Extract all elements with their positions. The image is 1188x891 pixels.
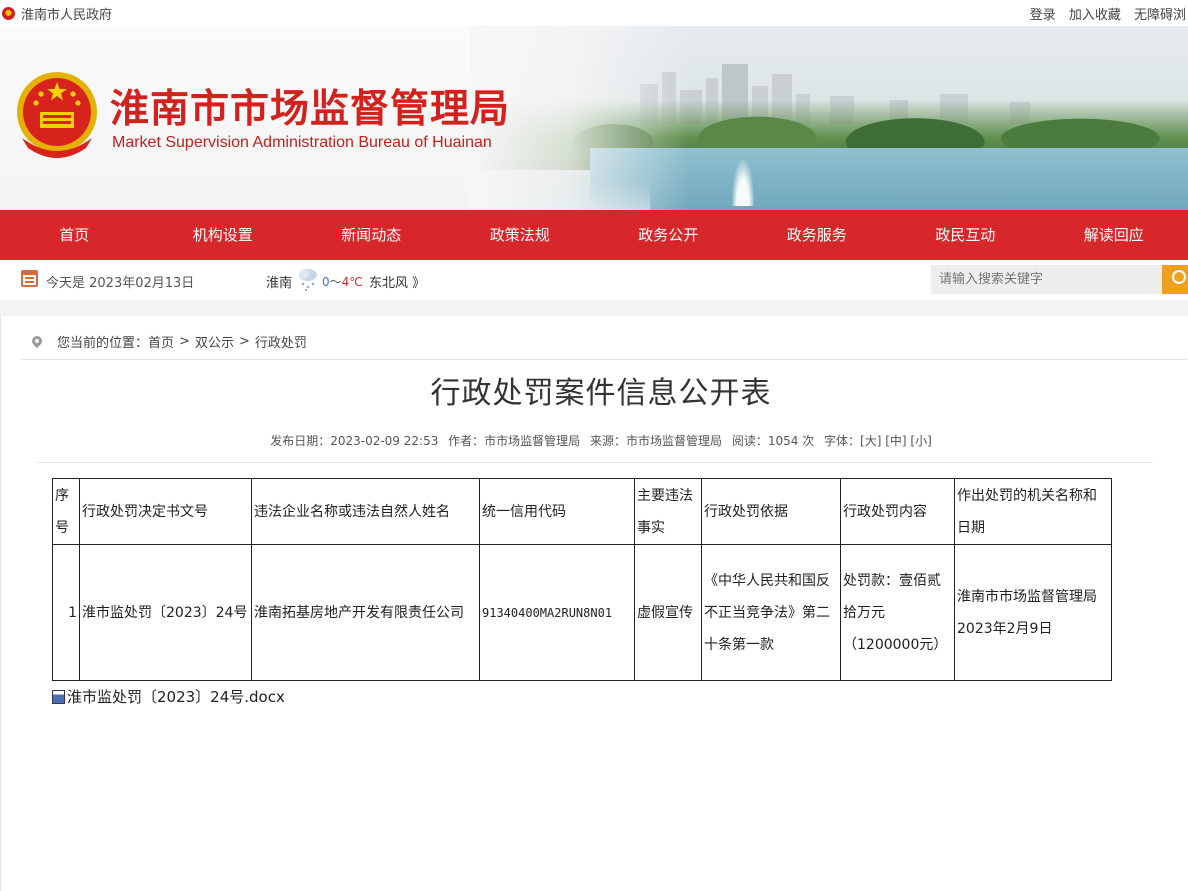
gov-name: 淮南市人民政府: [21, 8, 113, 23]
site-subtitle: Market Supervision Administration Bureau…: [112, 134, 492, 151]
nav-policy[interactable]: 政策法规: [446, 210, 595, 260]
header-cell: 作出处罚的机关名称和日期: [954, 478, 1112, 545]
gov-link[interactable]: 淮南市人民政府: [2, 4, 112, 23]
nav-news[interactable]: 新闻动态: [297, 210, 446, 260]
separator-strip: [0, 300, 1188, 316]
search-input[interactable]: [931, 265, 1162, 294]
today-date: 今天是 2023年02月13日: [46, 276, 195, 291]
attachment-link[interactable]: 淮市监处罚〔2023〕24号.docx: [52, 686, 285, 707]
city-lake-photo: [470, 26, 1188, 210]
nav-interpretation[interactable]: 解读回应: [1040, 210, 1188, 260]
accessibility-link[interactable]: 无障碍浏: [1134, 8, 1186, 23]
divider: [37, 462, 1153, 463]
penalty-table: 序号 行政处罚决定书文号 违法企业名称或违法自然人姓名 统一信用代码 主要违法事…: [52, 478, 1112, 681]
weather-city: 淮南: [266, 276, 293, 291]
national-emblem-icon: [2, 7, 15, 20]
national-emblem-logo: [17, 72, 97, 158]
wind-direction[interactable]: 东北风 》: [369, 272, 425, 291]
header-cell: 主要违法事实: [634, 478, 702, 545]
cell-decision-number: 淮市监处罚〔2023〕24号: [79, 544, 252, 681]
breadcrumb-sep: >: [238, 334, 250, 349]
nav-gov-services[interactable]: 政务服务: [743, 210, 892, 260]
nav-organization[interactable]: 机构设置: [149, 210, 298, 260]
font-size-control[interactable]: 字体：[大] [中] [小]: [824, 434, 932, 448]
main-nav: 首页 机构设置 新闻动态 政策法规 政务公开 政务服务 政民互动 解读回应: [0, 210, 1188, 260]
cell-company-name: 淮南拓基房地产开发有限责任公司: [251, 544, 480, 681]
info-bar: 今天是 2023年02月13日 淮南 0～4℃ 东北风 》: [0, 260, 1188, 300]
cell-legal-basis: 《中华人民共和国反不正当竞争法》第二十条第一款: [701, 544, 841, 681]
login-link[interactable]: 登录: [1030, 8, 1056, 23]
header-cell: 行政处罚决定书文号: [79, 478, 252, 545]
breadcrumb: 您当前的位置： 首页 > 双公示 > 行政处罚: [31, 332, 307, 351]
search-icon: [1172, 270, 1186, 284]
location-pin-icon: [31, 336, 43, 348]
source: 来源：市市场监督管理局: [590, 434, 723, 448]
temp-sep: ～: [329, 275, 342, 289]
snow-weather-icon: [299, 269, 317, 292]
article-title: 行政处罚案件信息公开表: [430, 376, 772, 411]
attachment-name: 淮市监处罚〔2023〕24号.docx: [67, 688, 285, 706]
header-cell: 行政处罚依据: [701, 478, 841, 545]
header-cell: 序号: [52, 478, 80, 545]
breadcrumb-penalty[interactable]: 行政处罚: [255, 332, 307, 351]
nav-gov-affairs-open[interactable]: 政务公开: [594, 210, 743, 260]
temp-high: 4℃: [341, 275, 363, 289]
top-utility-bar: 淮南市人民政府 登录 加入收藏 无障碍浏: [0, 0, 1188, 26]
calendar-icon: [21, 270, 38, 287]
fountain: [732, 160, 754, 206]
cell-index: 1: [52, 544, 80, 681]
temperature: 0～4℃: [322, 273, 363, 290]
read-count: 阅读：1054 次: [731, 434, 815, 448]
cell-violation: 虚假宣传: [634, 544, 702, 681]
word-doc-icon: [52, 689, 65, 704]
cell-authority-date: 淮南市市场监督管理局2023年2月9日: [954, 544, 1112, 681]
cell-penalty-content: 处罚款：壹佰贰拾万元（1200000元）: [840, 544, 955, 681]
nav-home[interactable]: 首页: [0, 210, 149, 260]
nav-interaction[interactable]: 政民互动: [891, 210, 1040, 260]
header-cell: 行政处罚内容: [840, 478, 955, 545]
breadcrumb-sep: >: [179, 334, 190, 349]
search-button[interactable]: [1162, 265, 1188, 294]
header-cell: 统一信用代码: [479, 478, 635, 545]
site-title: 淮南市市场监督管理局: [110, 87, 511, 132]
content-frame: 您当前的位置： 首页 > 双公示 > 行政处罚 行政处罚案件信息公开表 发布日期…: [0, 316, 1188, 891]
header-cell: 违法企业名称或违法自然人姓名: [251, 478, 480, 545]
breadcrumb-dual-publicity[interactable]: 双公示: [195, 332, 234, 351]
temp-low: 0: [322, 275, 330, 289]
table-header-row: 序号 行政处罚决定书文号 违法企业名称或违法自然人姓名 统一信用代码 主要违法事…: [52, 478, 1112, 545]
site-banner: 淮南市市场监督管理局 Market Supervision Administra…: [0, 26, 1188, 210]
add-favorite-link[interactable]: 加入收藏: [1069, 8, 1121, 23]
divider: [21, 359, 1187, 360]
author: 作者：市市场监督管理局: [448, 434, 581, 448]
top-links: 登录 加入收藏 无障碍浏: [1021, 4, 1186, 23]
breadcrumb-prefix: 您当前的位置：: [57, 336, 149, 351]
cell-credit-code: 91340400MA2RUN8N01: [479, 544, 635, 681]
article-meta: 发布日期：2023-02-09 22:53 作者：市市场监督管理局 来源：市市场…: [1, 432, 1188, 449]
table-row: 1 淮市监处罚〔2023〕24号 淮南拓基房地产开发有限责任公司 9134040…: [52, 544, 1112, 681]
breadcrumb-home[interactable]: 首页: [148, 332, 174, 351]
publish-date: 发布日期：2023-02-09 22:53: [270, 434, 439, 448]
